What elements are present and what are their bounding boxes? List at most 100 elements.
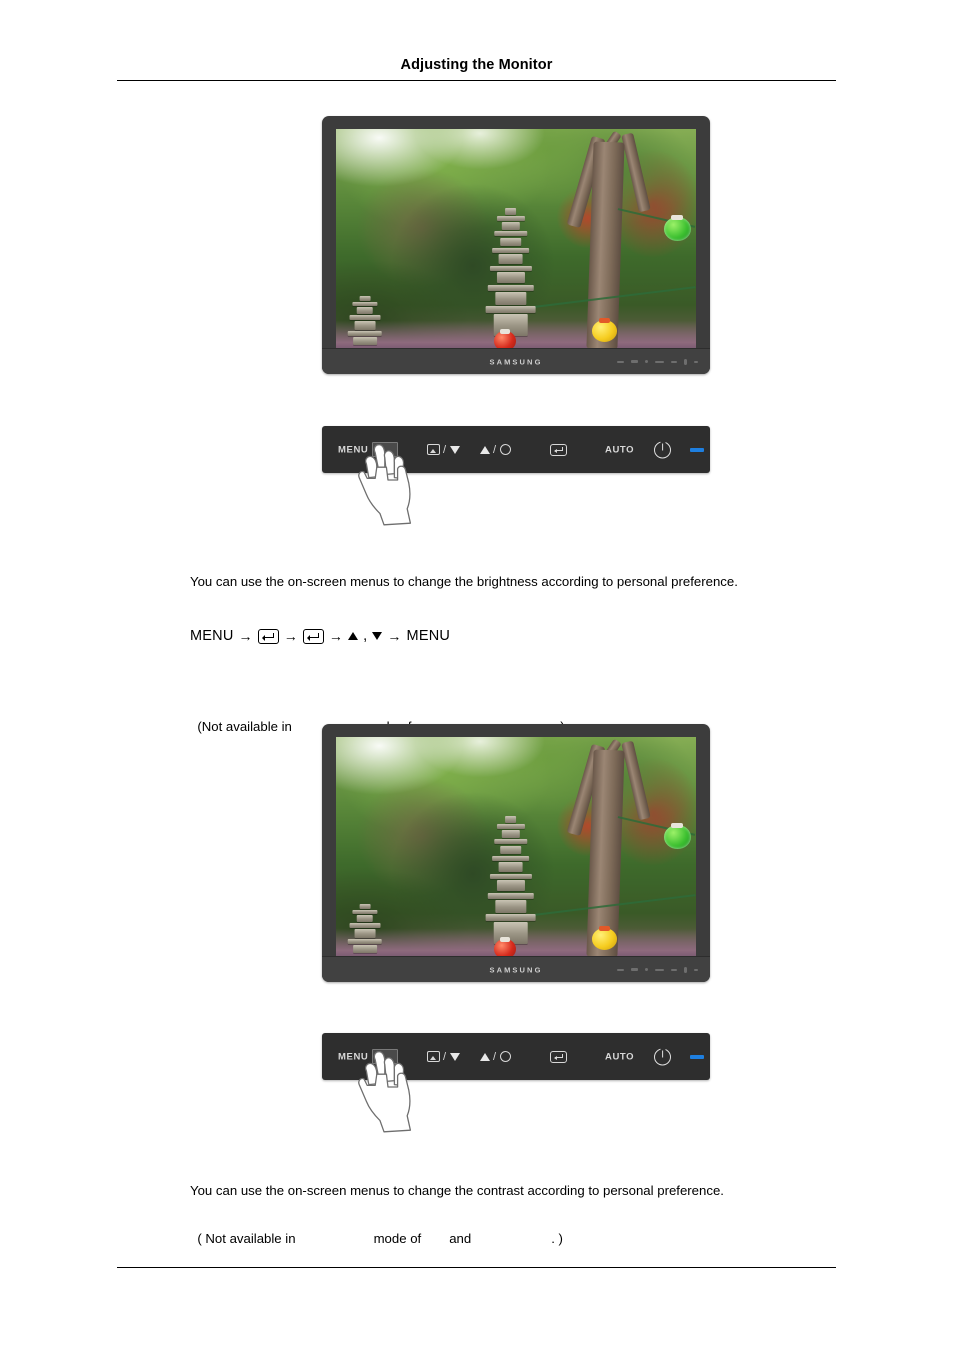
menu-button-label: MENU (338, 443, 369, 455)
arrow-up-icon (480, 1052, 490, 1061)
bezel-mark-icon (617, 360, 624, 363)
monitor-screen (336, 129, 696, 349)
arrow-right-icon: → (238, 628, 253, 644)
enter-button[interactable] (550, 1050, 567, 1063)
power-button[interactable] (654, 441, 671, 458)
monitor-screen (336, 737, 696, 957)
circle-icon (499, 444, 511, 455)
slash-separator: / (443, 1050, 447, 1063)
contrast-availability-note: ( Not available in mode of and . ) (190, 1216, 563, 1246)
lantern-red (494, 329, 516, 349)
enter-key-icon (550, 1050, 567, 1063)
arrow-right-icon: → (328, 628, 344, 644)
bezel-key-marks (617, 358, 698, 365)
contrast-description: You can use the on-screen menus to chang… (190, 1183, 724, 1198)
lantern-red (494, 937, 516, 957)
up-auto-button[interactable]: / (480, 1051, 511, 1063)
auto-button-label: AUTO (605, 1050, 635, 1062)
stone-pagoda-small (347, 296, 383, 345)
arrow-up-icon (480, 445, 490, 454)
note-prefix: ( Not available in (197, 1231, 296, 1246)
lantern-green (663, 214, 691, 242)
note-middle: mode of (373, 1231, 422, 1246)
source-down-button[interactable]: / (427, 1051, 460, 1063)
power-led-indicator (690, 1054, 704, 1059)
slash-separator: / (493, 443, 497, 456)
menu-button[interactable]: MENU (338, 1052, 368, 1062)
power-led-indicator (690, 447, 704, 452)
arrow-down-icon (449, 1052, 460, 1061)
slash-separator: / (443, 443, 447, 456)
bezel-mark-icon (671, 360, 677, 363)
auto-button[interactable]: AUTO (605, 445, 634, 455)
brightness-description: You can use the on-screen menus to chang… (190, 574, 738, 589)
stone-pagoda (484, 816, 538, 944)
auto-button[interactable]: AUTO (605, 1052, 634, 1062)
arrow-down-icon (449, 445, 460, 454)
source-down-button[interactable]: / (427, 444, 460, 456)
menu-button-highlight (372, 442, 398, 457)
arrow-right-icon: → (283, 628, 298, 644)
bezel-mark-icon (655, 968, 664, 971)
menu-button[interactable]: MENU (338, 445, 368, 455)
monitor-control-panel: MENU / / AUTO (322, 426, 710, 473)
bezel-mark-icon (617, 968, 624, 971)
bezel-mark-icon (694, 360, 698, 363)
led-indicator-icon (690, 447, 704, 452)
led-indicator-icon (690, 1054, 704, 1059)
stone-pagoda (484, 208, 538, 336)
screen-photo-garden (336, 737, 696, 957)
bezel-key-marks (617, 966, 698, 973)
bezel-mark-icon (631, 968, 638, 971)
tree-branch (621, 133, 651, 213)
bezel-mark-icon (631, 360, 638, 363)
bezel-mark-icon (684, 358, 687, 365)
nav-start-label: MENU (190, 628, 234, 644)
auto-button-label: AUTO (605, 443, 635, 455)
bezel-mark-icon (671, 968, 677, 971)
bezel-mark-icon (694, 968, 698, 971)
monitor-bottom-bezel: SAMSUNG (322, 956, 710, 982)
nav-end-label: MENU (406, 628, 451, 644)
footer-divider (117, 1267, 836, 1268)
bezel-mark-icon (645, 360, 648, 363)
power-button[interactable] (654, 1048, 671, 1065)
control-panel-figure-contrast: MENU / / AUTO (322, 1033, 710, 1133)
source-icon (427, 1051, 440, 1062)
enter-key-icon (302, 628, 324, 644)
source-icon (427, 444, 440, 455)
menu-button-highlight (372, 1049, 398, 1064)
monitor-control-panel: MENU / / AUTO (322, 1033, 710, 1080)
page-title: Adjusting the Monitor (400, 57, 553, 73)
bezel-mark-icon (655, 360, 664, 363)
note-conjunction: and (449, 1231, 472, 1246)
header-divider (117, 80, 836, 81)
enter-key-icon (257, 628, 279, 644)
note-prefix: (Not available in (197, 719, 292, 734)
page-header: Adjusting the Monitor (117, 55, 836, 75)
power-icon (654, 441, 671, 458)
lantern-green (663, 822, 691, 850)
tree-branch (621, 741, 651, 821)
up-auto-button[interactable]: / (480, 444, 511, 456)
bezel-mark-icon (684, 966, 687, 973)
slash-separator: / (493, 1050, 497, 1063)
monitor-bottom-bezel: SAMSUNG (322, 348, 710, 374)
enter-key-icon (550, 443, 567, 456)
bezel-mark-icon (645, 968, 648, 971)
arrow-up-icon (348, 632, 359, 640)
arrow-right-icon: → (387, 628, 402, 644)
enter-button[interactable] (550, 443, 567, 456)
screen-photo-garden (336, 129, 696, 349)
control-panel-figure-brightness: MENU / / AUTO (322, 426, 710, 526)
power-icon (654, 1048, 671, 1065)
arrow-down-icon (372, 632, 383, 640)
nav-separator: , (363, 628, 368, 644)
note-suffix: . ) (551, 1231, 563, 1246)
monitor-figure-contrast: SAMSUNG (322, 724, 710, 982)
monitor-figure-brightness: SAMSUNG (322, 116, 710, 374)
menu-button-label: MENU (338, 1050, 369, 1062)
circle-icon (499, 1051, 511, 1062)
brightness-navigation-path: MENU → → → , → MENU (190, 628, 450, 644)
stone-pagoda-small (347, 904, 383, 953)
